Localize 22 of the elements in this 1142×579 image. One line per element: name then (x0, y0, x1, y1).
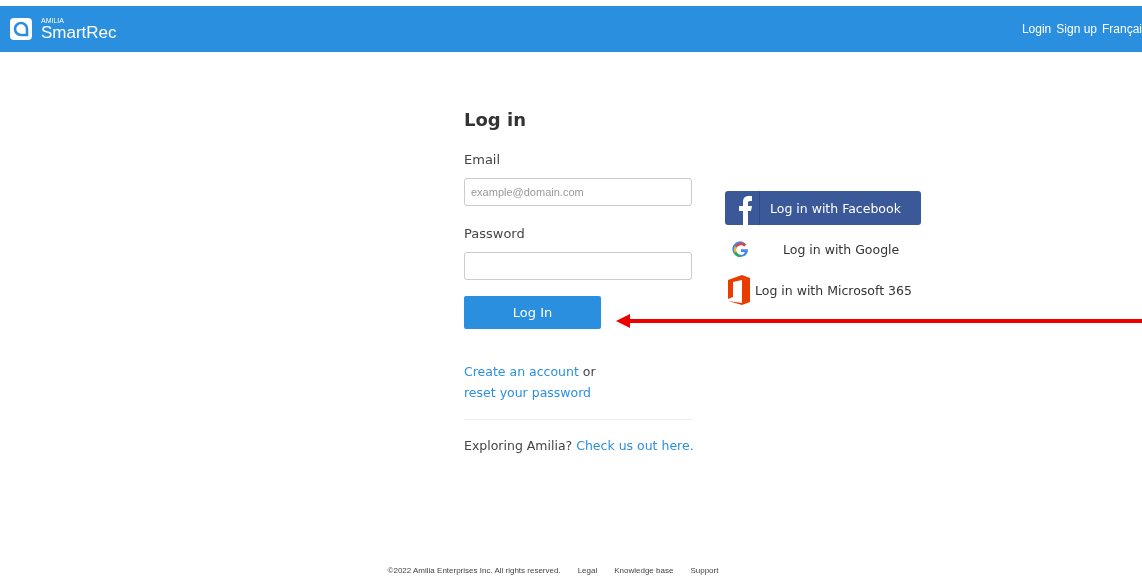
explore-text: Exploring Amilia? Check us out here. (464, 437, 692, 455)
facebook-login-button[interactable]: Log in with Facebook (725, 191, 921, 225)
text-link[interactable]: Create an account (464, 364, 579, 379)
text-link[interactable]: reset your password (464, 385, 592, 400)
nav-link[interactable]: Login (1021, 22, 1052, 36)
nav-link[interactable]: Sign up (1056, 22, 1097, 36)
footer-link[interactable]: Legal (577, 565, 598, 575)
login-button[interactable]: Log In (464, 296, 601, 329)
brand-name: SmartRec (41, 23, 117, 42)
footer-link[interactable]: Support (690, 565, 719, 575)
page-title: Log in (464, 108, 527, 132)
input-field[interactable]: example@domain.com (464, 178, 692, 206)
copyright-text: ©2022 Amilia Enterprises Inc. All rights reserved. (387, 565, 561, 575)
field-label: Password (464, 226, 526, 242)
logo-icon (10, 18, 32, 40)
footer-link[interactable]: Knowledge base (614, 565, 674, 575)
field-label: Email (464, 152, 502, 168)
account-links-text: Create an account or reset your password (464, 363, 597, 402)
input-field[interactable] (464, 252, 692, 280)
text-link[interactable]: Check us out here. (576, 438, 694, 453)
nav-link[interactable]: Françai (1102, 22, 1142, 36)
office-icon (725, 274, 753, 306)
